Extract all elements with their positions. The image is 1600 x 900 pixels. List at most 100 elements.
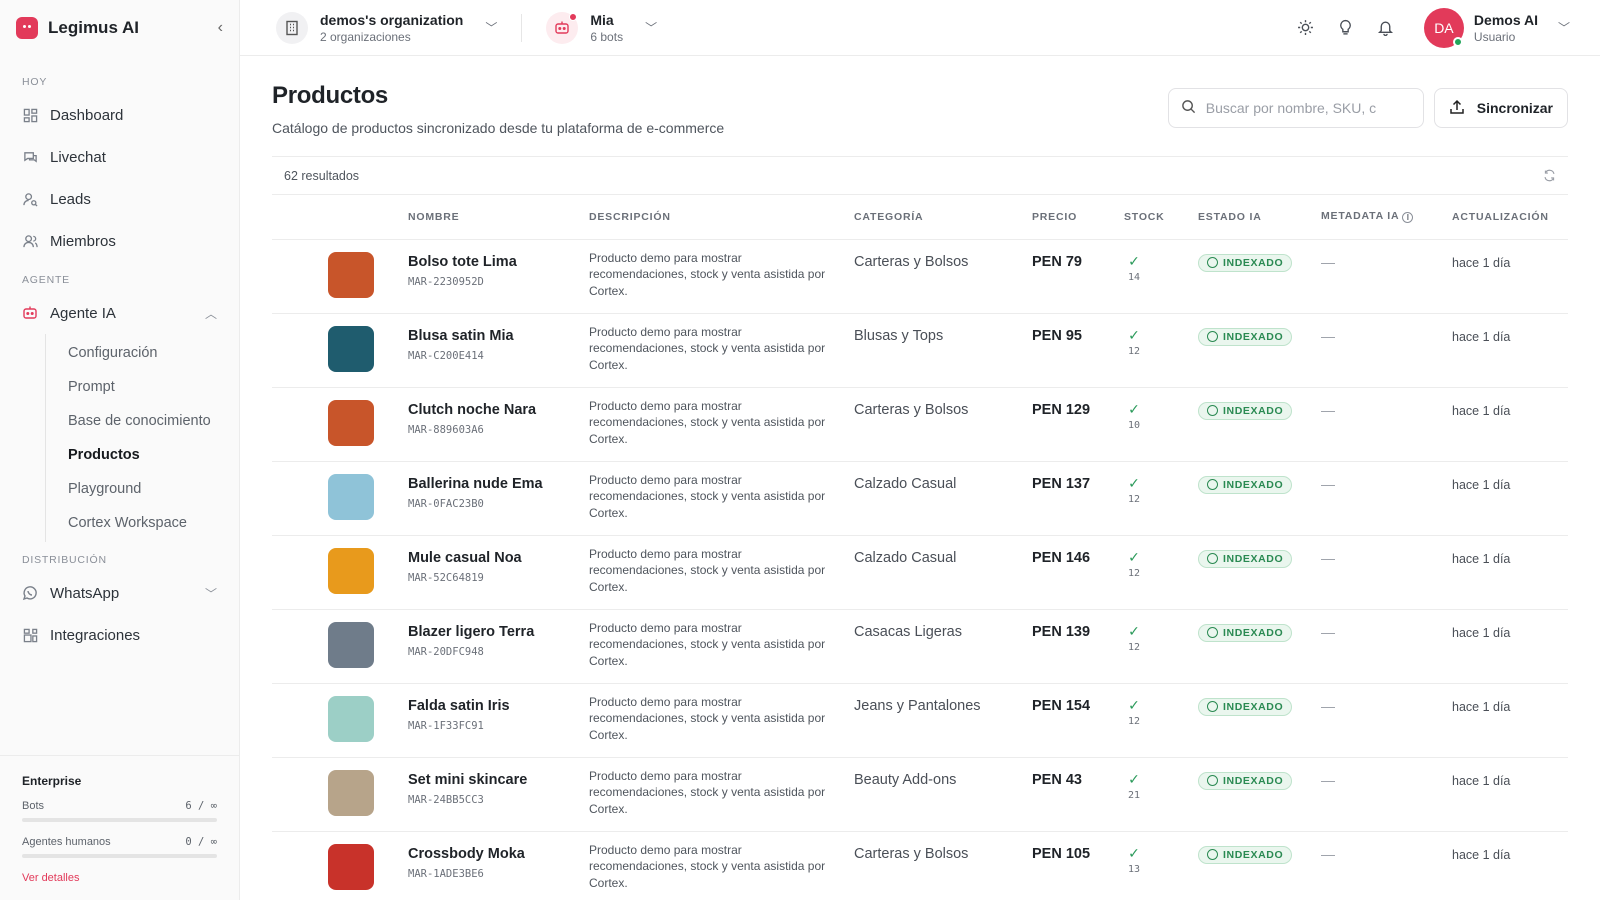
product-thumbnail[interactable] [328, 695, 374, 742]
product-description: Producto demo para mostrar recomendacion… [589, 768, 826, 816]
product-name[interactable]: Blazer ligero Terra [408, 624, 589, 640]
plan-usage: Enterprise Bots 6 / ∞ Agentes humanos 0 … [0, 755, 239, 900]
sidebar-item-label: Leads [50, 190, 91, 208]
sidebar-item-dashboard[interactable]: Dashboard [0, 94, 239, 136]
product-thumbnail[interactable] [328, 473, 374, 520]
product-price: PEN 146 [1032, 549, 1091, 566]
status-label: INDEXADO [1223, 626, 1284, 639]
product-name[interactable]: Crossbody Moka [408, 846, 589, 862]
org-switcher[interactable]: demos's organization 2 organizaciones ﹀ [276, 11, 497, 45]
cell-actualizacion: hace 1 día [1452, 239, 1568, 314]
subnav-item-base-conocimiento[interactable]: Base de conocimiento [46, 404, 239, 438]
cell-precio: PEN 95 [1032, 313, 1124, 388]
product-price: PEN 139 [1032, 623, 1091, 640]
bell-icon[interactable] [1366, 8, 1406, 48]
product-name[interactable]: Mule casual Noa [408, 550, 589, 566]
cell-image [272, 683, 408, 758]
theme-toggle-sun-icon[interactable] [1286, 8, 1326, 48]
sidebar-item-agente-ia[interactable]: Agente IA ︿ [0, 292, 239, 334]
product-thumbnail[interactable] [328, 325, 374, 372]
page-header: Productos Catálogo de productos sincroni… [272, 82, 1568, 136]
header-nombre[interactable]: NOMBRE [408, 195, 589, 240]
plan-details-link[interactable]: Ver detalles [22, 872, 217, 884]
check-circle-icon [1207, 479, 1218, 490]
cell-precio: PEN 137 [1032, 461, 1124, 536]
product-name[interactable]: Clutch noche Nara [408, 402, 589, 418]
product-thumbnail[interactable] [328, 621, 374, 668]
sidebar-item-whatsapp[interactable]: WhatsApp ﹀ [0, 572, 239, 614]
product-thumbnail[interactable] [328, 843, 374, 890]
search-input[interactable] [1205, 100, 1411, 116]
product-thumbnail[interactable] [328, 399, 374, 446]
subnav-item-productos[interactable]: Productos [46, 438, 239, 472]
sidebar-item-miembros[interactable]: Miembros [0, 220, 239, 262]
metadata-value: — [1321, 845, 1335, 862]
search-box[interactable] [1167, 88, 1424, 128]
header-stock[interactable]: STOCK [1124, 195, 1198, 240]
table-row[interactable]: Blusa satin Mia MAR-C200E414 Producto de… [272, 313, 1568, 388]
subnav-item-playground[interactable]: Playground [46, 472, 239, 506]
stock-count: 12 [1127, 567, 1141, 579]
table-row[interactable]: Crossbody Moka MAR-1ADE3BE6 Producto dem… [272, 831, 1568, 900]
refresh-icon[interactable] [1543, 169, 1556, 182]
cell-actualizacion: hace 1 día [1452, 313, 1568, 388]
header-actualizacion[interactable]: ACTUALIZACIÓN [1452, 195, 1568, 240]
product-description: Producto demo para mostrar recomendacion… [589, 546, 826, 594]
user-name: Demos AI [1473, 11, 1538, 28]
info-icon[interactable]: i [1402, 212, 1414, 224]
product-name[interactable]: Falda satin Iris [408, 698, 589, 714]
product-thumbnail[interactable] [328, 547, 374, 594]
cell-actualizacion: hace 1 día [1452, 609, 1568, 684]
subnav-item-prompt[interactable]: Prompt [46, 370, 239, 404]
legimus-logo-icon [16, 17, 38, 39]
header-precio[interactable]: PRECIO [1032, 195, 1124, 240]
product-thumbnail[interactable] [328, 769, 374, 816]
product-sku: MAR-24BB5CC3 [408, 793, 484, 806]
subnav-item-configuracion[interactable]: Configuración [46, 336, 239, 370]
metadata-value: — [1321, 623, 1335, 640]
cell-actualizacion: hace 1 día [1452, 461, 1568, 536]
table-row[interactable]: Blazer ligero Terra MAR-20DFC948 Product… [272, 609, 1568, 684]
sidebar-item-label: WhatsApp [50, 584, 120, 602]
cell-estado: INDEXADO [1198, 757, 1321, 832]
product-name[interactable]: Blusa satin Mia [408, 328, 589, 344]
header-descripcion[interactable]: DESCRIPCIÓN [589, 195, 854, 240]
bot-icon [546, 11, 579, 44]
sync-button[interactable]: Sincronizar [1433, 88, 1568, 128]
table-row[interactable]: Clutch noche Nara MAR-889603A6 Producto … [272, 387, 1568, 462]
table-row[interactable]: Ballerina nude Ema MAR-0FAC23B0 Producto… [272, 461, 1568, 536]
section-agente: AGENTE [22, 274, 70, 286]
cell-estado: INDEXADO [1198, 461, 1321, 536]
product-thumbnail[interactable] [328, 251, 374, 298]
table-row[interactable]: Falda satin Iris MAR-1F33FC91 Producto d… [272, 683, 1568, 758]
bot-switcher[interactable]: Mia 6 bots ﹀ [546, 11, 657, 45]
product-name[interactable]: Ballerina nude Ema [408, 476, 589, 492]
table-row[interactable]: Bolso tote Lima MAR-2230952D Producto de… [272, 239, 1568, 314]
table-row[interactable]: Mule casual Noa MAR-52C64819 Producto de… [272, 535, 1568, 610]
sidebar-item-leads[interactable]: Leads [0, 178, 239, 220]
collapse-sidebar-icon[interactable]: ‹ [218, 19, 223, 37]
cell-metadata: — [1321, 387, 1452, 462]
sync-button-label: Sincronizar [1476, 100, 1553, 116]
subnav-item-cortex-workspace[interactable]: Cortex Workspace [46, 506, 239, 540]
product-name[interactable]: Set mini skincare [408, 772, 589, 788]
user-menu[interactable]: DA Demos AI Usuario ﹀ [1423, 7, 1570, 48]
sidebar-item-livechat[interactable]: Livechat [0, 136, 239, 178]
product-price: PEN 105 [1032, 845, 1091, 862]
metadata-value: — [1321, 475, 1335, 492]
product-name[interactable]: Bolso tote Lima [408, 254, 589, 270]
lightbulb-icon[interactable] [1326, 8, 1366, 48]
check-circle-icon [1207, 701, 1218, 712]
header-categoria[interactable]: CATEGORÍA [854, 195, 1032, 240]
cell-stock: ✓ 12 [1124, 535, 1198, 610]
header-estado[interactable]: ESTADO IA [1198, 195, 1321, 240]
cell-precio: PEN 154 [1032, 683, 1124, 758]
chevron-down-icon: ﹀ [204, 586, 217, 601]
header-metadata[interactable]: METADATA IA i [1321, 195, 1452, 240]
product-sku: MAR-889603A6 [408, 423, 484, 436]
metadata-value: — [1321, 401, 1335, 418]
table-row[interactable]: Set mini skincare MAR-24BB5CC3 Producto … [272, 757, 1568, 832]
cell-precio: PEN 129 [1032, 387, 1124, 462]
product-sku: MAR-C200E414 [408, 349, 484, 362]
sidebar-item-integraciones[interactable]: Integraciones [0, 614, 239, 656]
